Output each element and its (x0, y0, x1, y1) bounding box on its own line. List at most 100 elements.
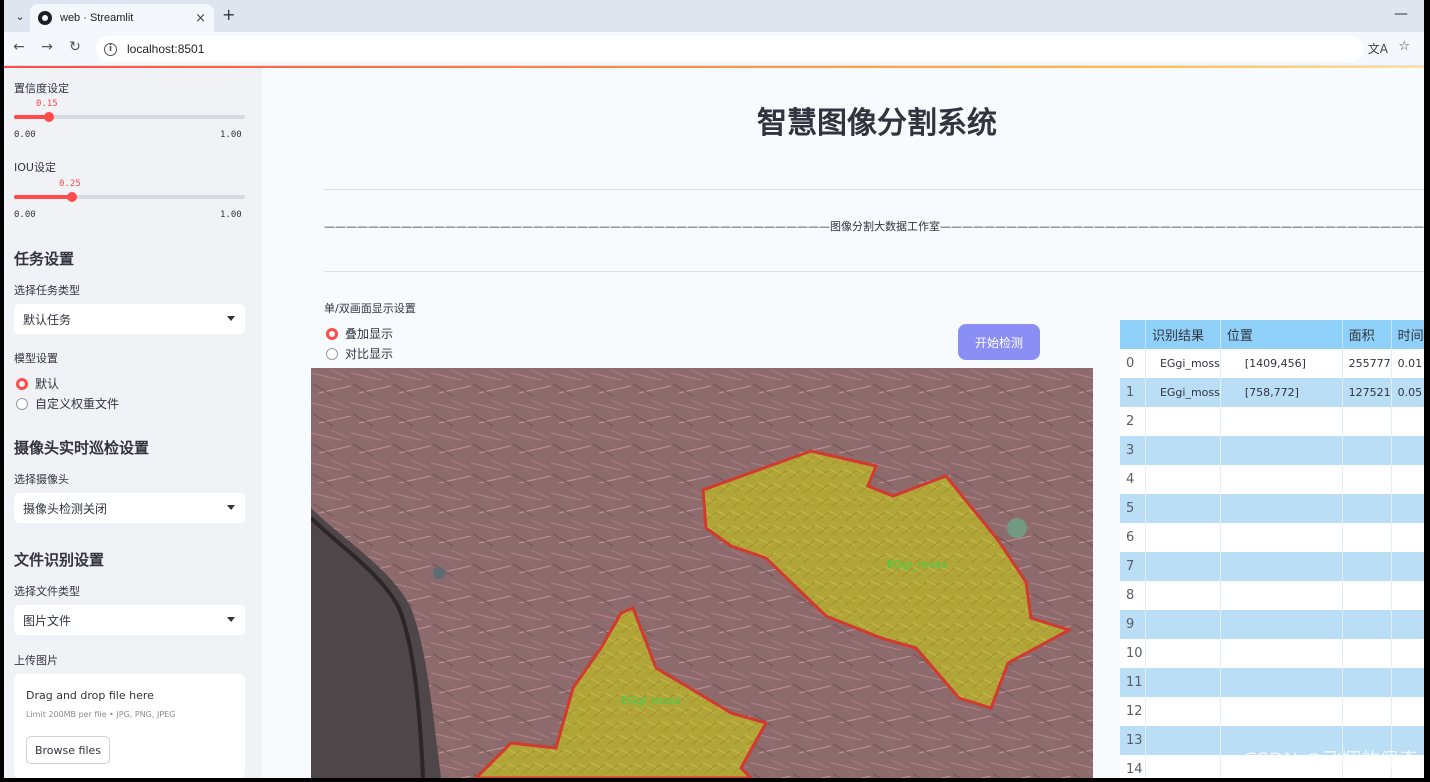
table-cell-result (1145, 436, 1221, 465)
iou-slider-thumb[interactable] (66, 192, 77, 202)
table-cell-idx: 14 (1120, 755, 1146, 778)
table-cell-pos (1220, 436, 1343, 465)
chevron-down-icon (227, 617, 235, 622)
table-row[interactable]: 5 (1120, 494, 1424, 523)
table-cell-idx: 1 (1120, 378, 1146, 407)
segmentation-canvas: EGgi_moss EGgi_moss (311, 368, 1093, 778)
table-cell-time (1391, 552, 1424, 581)
column-header[interactable]: 面积 (1342, 320, 1392, 349)
translate-icon[interactable]: 文A (1368, 40, 1388, 57)
table-cell-pos (1220, 639, 1343, 668)
table-row[interactable]: 4 (1120, 465, 1424, 494)
file-type-value: 图片文件 (23, 613, 72, 628)
column-header[interactable]: 识别结果 (1145, 320, 1221, 349)
browser-toolbar: ← → ↻ i localhost:8501 文A ☆ (4, 32, 1424, 66)
table-cell-area (1342, 494, 1392, 523)
table-row[interactable]: 9 (1120, 610, 1424, 639)
divider (324, 271, 1424, 272)
info-icon[interactable]: i (104, 42, 117, 56)
streamlit-favicon-icon (38, 11, 52, 25)
model-label: 模型设置 (14, 352, 58, 365)
iou-slider-fill (14, 195, 72, 199)
browse-files-button[interactable]: Browse files (26, 736, 110, 764)
table-cell-idx: 9 (1120, 610, 1146, 639)
file-type-label: 选择文件类型 (14, 585, 80, 598)
table-cell-pos (1220, 610, 1343, 639)
table-cell-time (1391, 610, 1424, 639)
table-row[interactable]: 6 (1120, 523, 1424, 552)
table-row[interactable]: 2 (1120, 407, 1424, 436)
bookmark-star-icon[interactable]: ☆ (1398, 39, 1410, 54)
iou-slider[interactable] (14, 192, 245, 202)
task-type-label: 选择任务类型 (14, 284, 80, 297)
close-icon[interactable]: × (195, 11, 206, 26)
browser-tab[interactable]: web · Streamlit × (30, 4, 214, 32)
camera-heading: 摄像头实时巡检设置 (14, 439, 150, 457)
table-row[interactable]: 11 (1120, 668, 1424, 697)
model-radio-custom[interactable]: 自定义权重文件 (16, 395, 119, 412)
table-row[interactable]: 1 EGgi_moss [758,772] 127521 0.05 (1120, 378, 1424, 407)
table-cell-idx: 7 (1120, 552, 1146, 581)
camera-select[interactable]: 摄像头检测关闭 (14, 493, 245, 523)
table-cell-result (1145, 639, 1221, 668)
minimize-icon[interactable]: — (1394, 6, 1408, 22)
upload-label: 上传图片 (14, 654, 58, 667)
file-heading: 文件识别设置 (14, 551, 105, 569)
table-cell-result (1145, 697, 1221, 726)
table-row[interactable]: 10 (1120, 639, 1424, 668)
column-header[interactable]: 时间 (1391, 320, 1424, 349)
confidence-slider[interactable] (14, 112, 245, 122)
table-row[interactable]: 3 (1120, 436, 1424, 465)
table-row[interactable]: 7 (1120, 552, 1424, 581)
detection-results-table[interactable]: 识别结果 位置 面积 时间 0 EGgi_moss [1409,456] 255777… (1120, 320, 1424, 778)
column-header[interactable] (1120, 320, 1146, 349)
dropzone-limit: Limit 200MB per file • JPG, PNG, JPEG (26, 710, 176, 719)
table-row[interactable]: 8 (1120, 581, 1424, 610)
file-type-select[interactable]: 图片文件 (14, 605, 245, 635)
reload-icon[interactable]: ↻ (66, 39, 84, 55)
table-cell-result (1145, 523, 1221, 552)
table-row[interactable]: 0 EGgi_moss [1409,456] 255777 0.01 (1120, 349, 1424, 378)
table-cell-time: 0.05 (1391, 378, 1424, 407)
tab-search-icon[interactable]: ⌄ (10, 7, 30, 25)
display-radio-overlay[interactable]: 叠加显示 (326, 325, 393, 342)
camera-value: 摄像头检测关闭 (23, 501, 108, 516)
table-cell-time (1391, 639, 1424, 668)
start-detection-button[interactable]: 开始检测 (958, 324, 1040, 360)
confidence-slider-thumb[interactable] (43, 112, 54, 122)
camera-label: 选择摄像头 (14, 473, 69, 486)
new-tab-icon[interactable]: + (222, 5, 235, 24)
table-cell-pos (1220, 494, 1343, 523)
table-cell-idx: 3 (1120, 436, 1146, 465)
column-header[interactable]: 位置 (1220, 320, 1343, 349)
table-cell-area (1342, 552, 1392, 581)
table-cell-result: EGgi_moss (1145, 349, 1221, 378)
table-cell-pos (1220, 465, 1343, 494)
address-bar[interactable]: i localhost:8501 (96, 36, 1364, 62)
forward-icon[interactable]: → (38, 39, 56, 55)
tab-title: web · Streamlit (60, 12, 134, 24)
table-cell-result (1145, 552, 1221, 581)
mask-label-2: EGgi_moss (621, 694, 681, 707)
table-cell-idx: 8 (1120, 581, 1146, 610)
model-option-label: 自定义权重文件 (35, 397, 120, 411)
table-cell-idx: 6 (1120, 523, 1146, 552)
table-cell-area: 127521 (1342, 378, 1392, 407)
divider (324, 189, 1424, 190)
browser-window: ⌄ web · Streamlit × + — ← → ↻ i localhos… (4, 0, 1424, 778)
model-option-label: 默认 (35, 377, 60, 391)
table-cell-idx: 4 (1120, 465, 1146, 494)
table-cell-idx: 12 (1120, 697, 1146, 726)
table-cell-area (1342, 610, 1392, 639)
table-cell-pos (1220, 581, 1343, 610)
back-icon[interactable]: ← (10, 39, 28, 55)
task-heading: 任务设置 (14, 250, 75, 268)
table-row[interactable]: 12 (1120, 697, 1424, 726)
sidebar: 置信度设定 0.15 0.00 1.00 IOU设定 0.25 0.00 1.0… (4, 68, 262, 778)
studio-banner: ————————————————————————————————————————… (324, 220, 1424, 233)
file-dropzone[interactable]: Drag and drop file here Limit 200MB per … (14, 674, 245, 778)
model-radio-default[interactable]: 默认 (16, 375, 59, 392)
task-type-select[interactable]: 默认任务 (14, 304, 245, 334)
table-cell-area (1342, 465, 1392, 494)
display-radio-compare[interactable]: 对比显示 (326, 345, 393, 362)
